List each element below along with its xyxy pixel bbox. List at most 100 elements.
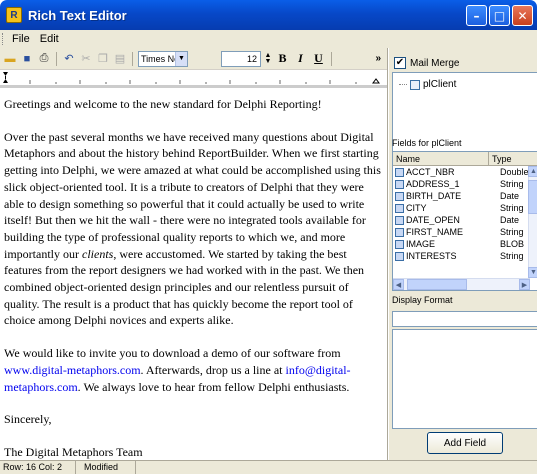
undo-icon[interactable]: ↶ <box>62 52 76 66</box>
field-name: BIRTH_DATE <box>406 191 462 201</box>
paragraph-closing: Sincerely, <box>4 412 52 427</box>
menu-bar: File Edit <box>0 30 537 48</box>
menu-grip <box>2 33 5 45</box>
field-icon <box>395 179 404 189</box>
formatting-toolbar: ▬ ■ ⎙ ↶ ✂ ❐ ▤ Times Ne ▼ 12 ▲ ▼ B I U » <box>0 48 387 70</box>
text-run: Over the past several months we have rec… <box>4 129 381 261</box>
save-icon[interactable]: ■ <box>20 52 34 66</box>
font-name-select[interactable]: Times Ne ▼ <box>138 50 188 67</box>
field-icon <box>395 167 404 177</box>
rich-text-editor[interactable]: Greetings and welcome to the new standar… <box>0 88 387 460</box>
mail-merge-checkbox[interactable]: ✔ <box>394 57 406 69</box>
horizontal-scrollbar[interactable]: ◀ ▶ <box>393 278 530 290</box>
field-row[interactable]: IMAGE BLOB <box>393 238 537 250</box>
display-format-label: Display Format <box>392 295 453 305</box>
fields-rows: ACCT_NBR Double ADDRESS_1 String BIRTH_DATE D… <box>393 166 537 262</box>
copy-icon[interactable]: ❐ <box>96 52 110 66</box>
paragraph-greeting: Greetings and welcome to the new standar… <box>4 97 322 111</box>
paste-icon[interactable]: ▤ <box>113 52 127 66</box>
field-row[interactable]: FIRST_NAME String <box>393 226 537 238</box>
close-button[interactable]: ✕ <box>512 5 533 26</box>
field-type: Date <box>500 191 520 201</box>
chevron-down-icon[interactable]: ▼ <box>175 51 187 66</box>
field-row[interactable]: CITY String <box>393 202 537 214</box>
text-run: . We always love to hear from fellow Del… <box>77 379 350 394</box>
field-row[interactable]: BIRTH_DATE Date <box>393 190 537 202</box>
field-type: String <box>500 179 524 189</box>
fields-list-header: Name Type <box>393 152 537 166</box>
menu-file[interactable]: File <box>7 33 35 45</box>
modified-indicator: Modified <box>76 460 136 474</box>
field-icon <box>395 227 404 237</box>
pipeline-name: plClient <box>423 79 457 90</box>
fields-list[interactable]: Name Type ACCT_NBR Double ADDRESS_1 String B… <box>392 151 537 291</box>
website-link[interactable]: www.digital-metaphors.com <box>4 363 141 377</box>
field-icon <box>395 191 404 201</box>
field-row[interactable]: DATE_OPEN Date <box>393 214 537 226</box>
menu-edit[interactable]: Edit <box>35 33 64 45</box>
ruler-ticks <box>0 72 387 87</box>
field-name: ACCT_NBR <box>406 167 455 177</box>
paragraph-signature: The Digital Metaphors Team <box>4 444 143 459</box>
field-type: BLOB <box>500 239 525 249</box>
field-icon <box>395 239 404 249</box>
field-row[interactable]: INTERESTS String <box>393 250 537 262</box>
field-name: DATE_OPEN <box>406 215 460 225</box>
maximize-button[interactable]: □ <box>489 5 510 26</box>
tree-item-plclient[interactable]: plClient <box>399 79 456 90</box>
add-field-button[interactable]: Add Field <box>427 432 503 454</box>
field-type: Double <box>500 167 529 177</box>
ruler[interactable] <box>0 70 387 88</box>
field-name: IMAGE <box>406 239 436 249</box>
italic-text: clients <box>82 246 114 261</box>
column-name-header[interactable]: Name <box>393 152 489 165</box>
field-row[interactable]: ACCT_NBR Double <box>393 166 537 178</box>
italic-button[interactable]: I <box>293 51 308 66</box>
field-icon <box>395 203 404 213</box>
cursor-position: Row: 16 Col: 2 <box>0 460 76 474</box>
field-icon <box>395 215 404 225</box>
field-name: INTERESTS <box>406 251 457 261</box>
vertical-scrollbar[interactable]: ▲ ▼ <box>528 166 537 278</box>
status-bar: Row: 16 Col: 2 Modified <box>0 460 537 474</box>
scroll-down-icon[interactable]: ▼ <box>528 267 537 278</box>
field-type: Date <box>500 215 520 225</box>
font-size-input[interactable]: 12 <box>221 50 261 67</box>
display-format-input[interactable] <box>392 311 537 327</box>
title-bar[interactable]: R Rich Text Editor – □ ✕ <box>0 0 537 30</box>
open-icon[interactable]: ▬ <box>3 52 17 66</box>
first-indent-marker <box>3 72 8 76</box>
bold-button[interactable]: B <box>275 51 290 66</box>
font-name-value: Times Ne <box>141 53 180 64</box>
app-icon: R <box>6 7 22 23</box>
cut-icon[interactable]: ✂ <box>79 52 93 66</box>
field-type: String <box>500 203 524 213</box>
fields-label: Fields for plClient <box>392 138 462 148</box>
field-name: ADDRESS_1 <box>406 179 460 189</box>
mail-merge-panel: ✔ Mail Merge plClient Fields for plClien… <box>389 48 537 460</box>
column-type-header[interactable]: Type <box>489 152 512 165</box>
mail-merge-option[interactable]: ✔ Mail Merge <box>394 57 459 69</box>
table-icon <box>410 79 420 90</box>
field-type: String <box>500 227 524 237</box>
print-icon[interactable]: ⎙ <box>37 52 51 66</box>
display-format-list[interactable] <box>392 329 537 429</box>
field-row[interactable]: ADDRESS_1 String <box>393 178 537 190</box>
text-run: We would like to invite you to download … <box>4 346 341 361</box>
font-size-spinner[interactable]: ▲ ▼ <box>264 52 272 66</box>
scroll-right-icon[interactable]: ▶ <box>519 279 530 290</box>
underline-button[interactable]: U <box>311 51 326 66</box>
text-run: . Afterwards, drop us a line at <box>140 362 286 377</box>
right-indent-marker <box>372 78 380 84</box>
toolbar-overflow-button[interactable]: » <box>375 53 381 64</box>
scroll-left-icon[interactable]: ◀ <box>393 279 404 290</box>
field-type: String <box>500 251 524 261</box>
mail-merge-label: Mail Merge <box>410 57 460 69</box>
scroll-up-icon[interactable]: ▲ <box>528 166 537 177</box>
paragraph-history: Over the past several months we have rec… <box>4 129 383 329</box>
hscroll-thumb[interactable] <box>407 279 467 290</box>
field-name: FIRST_NAME <box>406 227 464 237</box>
left-indent-marker <box>3 79 8 83</box>
scroll-thumb[interactable] <box>528 180 537 214</box>
minimize-button[interactable]: – <box>466 5 487 26</box>
